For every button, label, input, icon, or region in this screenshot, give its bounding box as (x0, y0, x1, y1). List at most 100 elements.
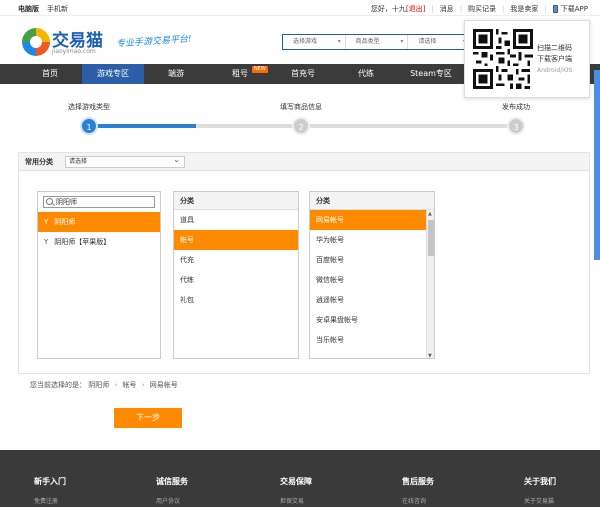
subcategory-item[interactable]: 微信帐号 (310, 270, 434, 290)
qr-code-icon (473, 29, 533, 89)
greeting-text: 您好，十九[退出] (371, 4, 425, 14)
new-badge: NEW (252, 66, 268, 73)
selection-game: 阴阳师 (88, 381, 110, 389)
divider: | (431, 5, 434, 13)
divider: | (502, 5, 505, 13)
game-list-item[interactable]: Y 阴阳师 (38, 212, 160, 232)
option-select[interactable]: 请选择 (408, 35, 472, 49)
subcategory-item[interactable]: 网易帐号 (310, 210, 434, 230)
footer-link[interactable]: 担保交易 (280, 496, 312, 505)
footer-column: 售后服务 在线咨询 (402, 476, 434, 505)
logo-icon[interactable] (22, 28, 50, 56)
next-step-button[interactable]: 下一步 (114, 408, 182, 428)
game-list-item[interactable]: Y 阴阳师【苹果版】 (38, 232, 160, 252)
category-item[interactable]: 帐号 (174, 230, 298, 250)
footer-title: 诚信服务 (156, 477, 188, 486)
seller-link[interactable]: 我是卖家 (510, 4, 538, 14)
category-item[interactable]: 礼包 (174, 290, 298, 310)
download-app-link[interactable]: 下载APP (552, 4, 588, 14)
phone-icon (552, 5, 558, 13)
side-float-tab[interactable] (594, 70, 600, 260)
chevron-right-icon: › (141, 381, 145, 389)
messages-link[interactable]: 消息 (440, 4, 454, 14)
selection-prefix: 您当前选择的是： (30, 381, 86, 389)
game-search-input[interactable]: 阴阳师 (43, 196, 155, 208)
qr-download-popup: 扫描二维码 下载客户端 Android/iOS (464, 20, 590, 98)
divider: | (544, 5, 547, 13)
username: 您好，十九 (370, 5, 406, 13)
footer-title: 交易保障 (280, 477, 312, 486)
category-column: 分类 道具 帐号 代充 代练 礼包 (173, 191, 299, 359)
game-search-value: 阴阳师 (56, 198, 77, 206)
subcategory-item[interactable]: 百度帐号 (310, 250, 434, 270)
nav-item-boosting[interactable]: 代练 (336, 64, 396, 84)
qr-platform-text: Android/iOS (537, 67, 573, 74)
common-category-select[interactable]: 请选择 (65, 155, 185, 168)
category-item[interactable]: 代充 (174, 250, 298, 270)
nav-item-steam[interactable]: Steam专区 (398, 64, 464, 84)
logout-link[interactable]: [退出] (406, 5, 425, 13)
nav-item-home[interactable]: 首页 (20, 64, 80, 84)
footer-link[interactable]: 用户协议 (156, 496, 188, 505)
step-label-1: 选择游戏类型 (68, 103, 110, 111)
current-selection-path: 您当前选择的是： 阴阳师 › 帐号 › 网易帐号 (30, 380, 178, 390)
nav-item-pc-games[interactable]: 端游 (148, 64, 204, 84)
category-column-header: 分类 (174, 192, 298, 210)
purchase-history-link[interactable]: 购买记录 (468, 4, 496, 14)
mobile-version-link[interactable]: 手机新 (47, 4, 68, 14)
subcategory-item[interactable]: 华为帐号 (310, 230, 434, 250)
game-select[interactable]: 选择游戏 (283, 35, 346, 49)
footer-link[interactable]: 在线咨询 (402, 496, 434, 505)
step-label-2: 填写商品信息 (280, 103, 322, 111)
footer-link[interactable]: 关于交易猫 (524, 496, 556, 505)
subcategory-item[interactable]: 逍遥帐号 (310, 290, 434, 310)
download-app-label: 下载APP (560, 5, 588, 13)
step-circle-2: 2 (292, 117, 310, 135)
footer-column: 交易保障 担保交易 (280, 476, 312, 505)
step-circle-3: 3 (507, 117, 525, 135)
scrollbar-thumb[interactable] (428, 220, 434, 256)
category-selector: 常用分类 请选择 阴阳师 Y 阴阳师 Y 阴阳师【苹果版】 分类 道具 帐号 代充 … (18, 152, 590, 374)
main-content: 选择游戏类型 填写商品信息 发布成功 1 2 3 常用分类 请选择 阴阳师 Y阴… (0, 84, 600, 450)
subcategory-item[interactable]: 安卓果盘帐号 (310, 310, 434, 330)
selection-subcategory: 网易帐号 (149, 381, 178, 389)
search-filter-bar: 选择游戏 商品类型 请选择 (282, 34, 472, 50)
common-category-bar: 常用分类 请选择 (19, 153, 589, 171)
goods-type-select[interactable]: 商品类型 (346, 35, 409, 49)
site-footer: 新手入门 免费注册 诚信服务 用户协议 交易保障 担保交易 售后服务 在线咨询 … (0, 450, 600, 507)
desktop-version-link[interactable]: 电脑版 (18, 4, 39, 14)
selection-category: 帐号 (122, 381, 137, 389)
game-list-column: 阴阳师 Y 阴阳师 Y 阴阳师【苹果版】 (37, 191, 161, 359)
footer-column: 诚信服务 用户协议 (156, 476, 188, 505)
version-switch: 电脑版 手机新 (18, 4, 68, 14)
game-initial: Y (44, 238, 49, 246)
chevron-right-icon: › (114, 381, 118, 389)
subcategory-scrollbar[interactable]: ▲ ▼ (426, 210, 434, 358)
scroll-up-icon[interactable]: ▲ (428, 211, 432, 217)
game-initial: Y (44, 218, 49, 226)
footer-title: 售后服务 (402, 477, 434, 486)
subcategory-column: 分类 网易帐号 华为帐号 百度帐号 微信帐号 逍遥帐号 安卓果盘帐号 当乐帐号 … (309, 191, 435, 359)
step-track-fill (90, 124, 196, 128)
qr-scan-text: 扫描二维码 (537, 44, 572, 52)
slogan: 专业手游交易平台! (115, 34, 192, 50)
logo-domain: jiaoyimao.com (52, 48, 96, 55)
step-label-3: 发布成功 (502, 103, 530, 111)
game-name: 阴阳师 (54, 218, 76, 226)
category-item[interactable]: 道具 (174, 210, 298, 230)
user-links: 您好，十九[退出] | 消息 | 购买记录 | 我是卖家 | 下载APP (371, 4, 588, 14)
footer-title: 关于我们 (524, 477, 556, 486)
common-category-label: 常用分类 (25, 158, 53, 166)
subcategory-column-header: 分类 (310, 192, 434, 210)
qr-download-text: 下载客户端 (537, 55, 572, 63)
nav-item-game-zone[interactable]: 游戏专区 (82, 64, 144, 84)
nav-item-first-charge[interactable]: 首充号 (272, 64, 334, 84)
footer-link[interactable]: 免费注册 (34, 496, 66, 505)
scroll-down-icon[interactable]: ▼ (428, 353, 432, 358)
category-item[interactable]: 代练 (174, 270, 298, 290)
top-bar: 电脑版 手机新 您好，十九[退出] | 消息 | 购买记录 | 我是卖家 | 下… (0, 0, 600, 16)
subcategory-item[interactable]: 当乐帐号 (310, 330, 434, 350)
search-icon (46, 198, 53, 205)
divider: | (459, 5, 463, 13)
footer-column: 关于我们 关于交易猫 (524, 476, 556, 505)
